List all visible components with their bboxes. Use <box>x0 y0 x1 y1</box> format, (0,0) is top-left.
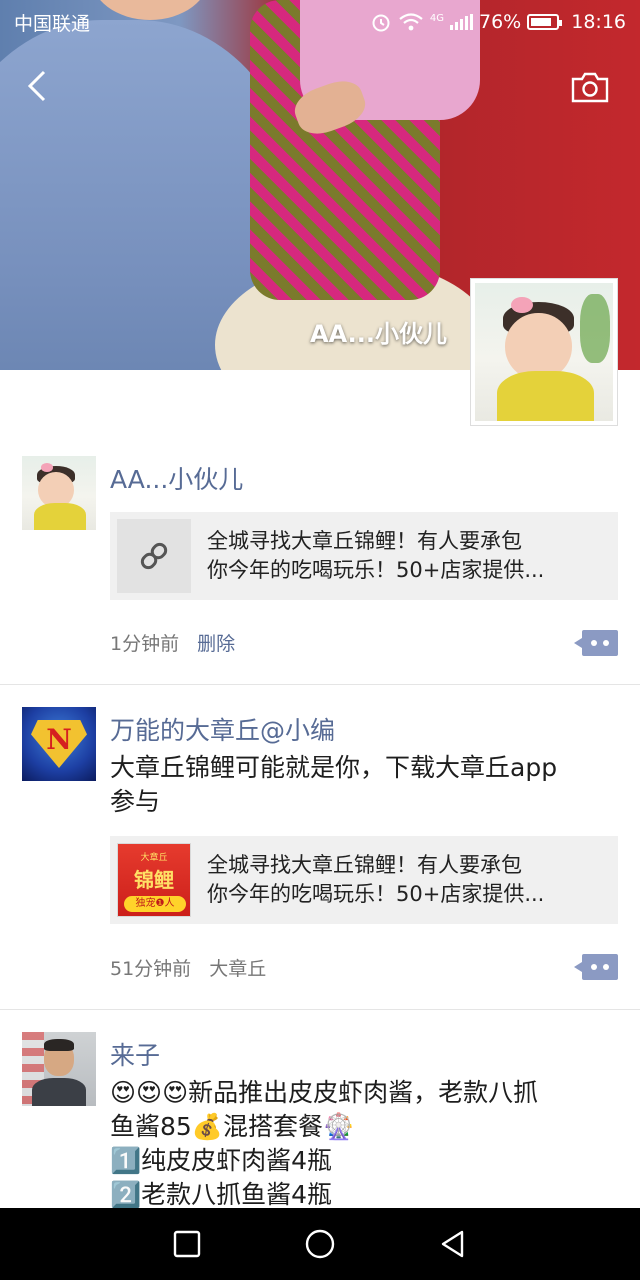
baby-photo <box>22 456 96 530</box>
baby-photo <box>475 283 613 421</box>
post-text-line: 鱼酱85💰混搭套餐🎡 <box>110 1112 355 1141</box>
link-thumbnail: 大章丘 锦鲤 独宠❶人 <box>117 843 191 917</box>
post-time: 1分钟前 <box>110 633 180 655</box>
square-icon <box>173 1230 200 1258</box>
battery-icon <box>527 14 563 30</box>
post-text-line: 参与 <box>110 787 161 816</box>
network-type: 4G <box>429 13 444 24</box>
post-source[interactable]: 大章丘 <box>209 954 266 981</box>
comment-more-button[interactable] <box>574 954 618 980</box>
clock: 18:16 <box>571 11 626 33</box>
link-card[interactable]: 大章丘 锦鲤 独宠❶人 全城寻找大章丘锦鲤！有人要承包 你今年的吃喝玩乐！50+… <box>110 836 618 924</box>
signal-icon <box>450 14 473 30</box>
post-time: 51分钟前 <box>110 958 192 980</box>
post-text-line: 2️⃣老款八抓鱼酱4瓶 <box>110 1180 333 1209</box>
battery-percent: 76% <box>479 11 522 33</box>
post-text-line: 1️⃣纯皮皮虾肉酱4瓶 <box>110 1146 333 1175</box>
system-nav-bar <box>0 1208 640 1280</box>
post-username[interactable]: 万能的大章丘@小编 <box>110 711 335 747</box>
avatar[interactable] <box>22 1032 96 1106</box>
superman-logo: N <box>22 707 96 781</box>
post-text-line: 😍😍😍新品推出皮皮虾肉酱，老款八抓 <box>110 1078 539 1107</box>
camera-button[interactable] <box>570 70 610 104</box>
link-card[interactable]: 全城寻找大章丘锦鲤！有人要承包 你今年的吃喝玩乐！50+店家提供... <box>110 512 618 600</box>
alarm-icon <box>372 14 390 32</box>
link-title-line1: 全城寻找大章丘锦鲤！有人要承包 <box>207 529 522 553</box>
link-title-line2: 你今年的吃喝玩乐！50+店家提供... <box>207 882 545 906</box>
link-title: 全城寻找大章丘锦鲤！有人要承包 你今年的吃喝玩乐！50+店家提供... <box>207 851 597 909</box>
link-title-line1: 全城寻找大章丘锦鲤！有人要承包 <box>207 853 522 877</box>
home-button[interactable] <box>300 1224 340 1264</box>
avatar[interactable]: N <box>22 707 96 781</box>
back-nav-button[interactable] <box>433 1224 473 1264</box>
link-thumbnail <box>117 519 191 593</box>
post-username[interactable]: 来子 <box>110 1036 160 1072</box>
status-right: 4G 76% 18:16 <box>370 11 626 33</box>
circle-icon <box>305 1229 335 1259</box>
man-photo <box>22 1032 96 1106</box>
feed-post: AA...小伙儿 全城寻找大章丘锦鲤！有人要承包 你今年的吃喝玩乐！50+店家提… <box>0 440 640 685</box>
post-username[interactable]: AA...小伙儿 <box>110 460 243 496</box>
post-meta: 1分钟前 删除 <box>110 629 235 656</box>
profile-name: AA...小伙儿 <box>310 320 447 348</box>
back-button[interactable] <box>20 66 60 106</box>
comment-more-button[interactable] <box>574 630 618 656</box>
link-icon <box>140 542 168 570</box>
link-title-line2: 你今年的吃喝玩乐！50+店家提供... <box>207 558 545 582</box>
delete-link[interactable]: 删除 <box>197 629 235 656</box>
avatar[interactable] <box>22 456 96 530</box>
post-text: 😍😍😍新品推出皮皮虾肉酱，老款八抓 鱼酱85💰混搭套餐🎡 1️⃣纯皮皮虾肉酱4瓶… <box>110 1076 620 1212</box>
chevron-left-icon <box>27 70 46 102</box>
status-bar: 中国联通 4G 76% 18:16 <box>0 0 640 44</box>
post-meta: 51分钟前 大章丘 <box>110 954 266 981</box>
thumb-badge: 独宠❶人 <box>124 896 186 912</box>
thumb-top-text: 大章丘 <box>140 853 168 863</box>
feed-post: N 万能的大章丘@小编 大章丘锦鲤可能就是你，下载大章丘app 参与 大章丘 锦… <box>0 685 640 1010</box>
post-text-line: 大章丘锦鲤可能就是你，下载大章丘app <box>110 753 558 782</box>
carrier-label: 中国联通 <box>14 12 91 35</box>
wifi-icon <box>399 13 423 31</box>
triangle-back-icon <box>442 1230 464 1258</box>
profile-avatar[interactable] <box>470 278 618 426</box>
feed-post: 来子 😍😍😍新品推出皮皮虾肉酱，老款八抓 鱼酱85💰混搭套餐🎡 1️⃣纯皮皮虾肉… <box>0 1010 640 1209</box>
thumb-main-text: 锦鲤 <box>134 868 174 892</box>
post-text: 大章丘锦鲤可能就是你，下载大章丘app 参与 <box>110 751 620 819</box>
camera-icon <box>571 72 609 103</box>
recent-apps-button[interactable] <box>167 1224 207 1264</box>
link-title: 全城寻找大章丘锦鲤！有人要承包 你今年的吃喝玩乐！50+店家提供... <box>207 527 597 585</box>
